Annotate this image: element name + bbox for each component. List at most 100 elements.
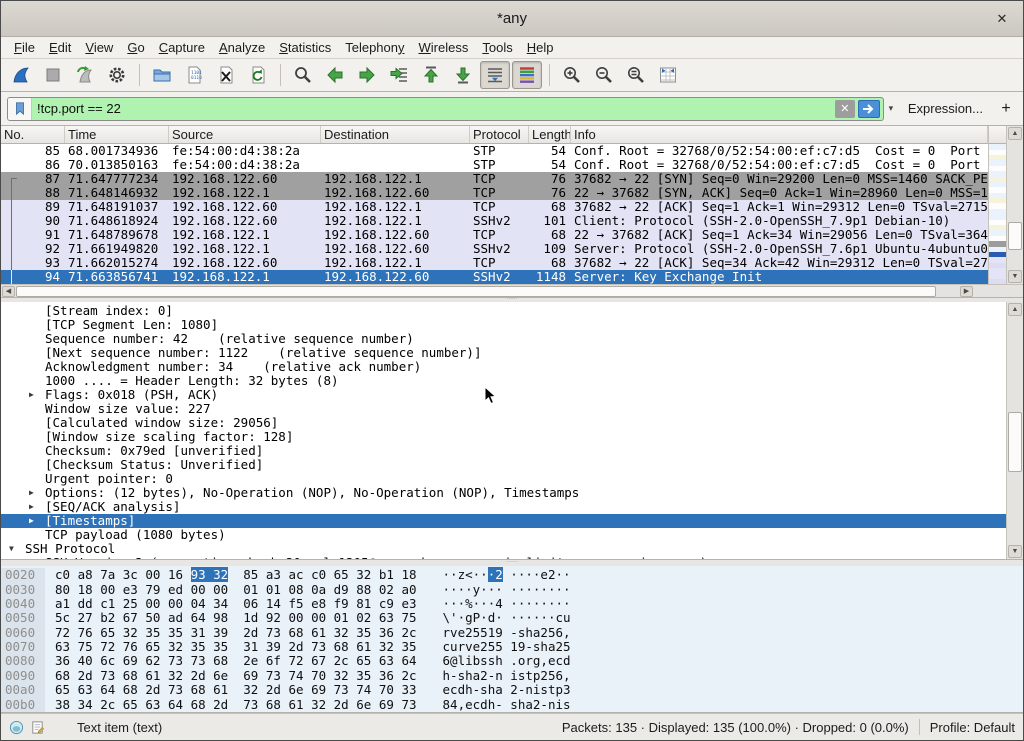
expand-icon[interactable]: ▶: [29, 500, 34, 514]
expression-button[interactable]: Expression...: [908, 101, 983, 116]
colorize-button[interactable]: [512, 61, 542, 89]
filter-clear-button[interactable]: ✕: [835, 100, 855, 118]
expand-icon[interactable]: ▶: [29, 486, 34, 500]
menu-item-capture[interactable]: Capture: [152, 38, 212, 57]
capture-options-button[interactable]: [102, 61, 132, 89]
column-header-destination[interactable]: Destination: [321, 126, 470, 143]
detail-line[interactable]: ▶Options: (12 bytes), No-Operation (NOP)…: [1, 486, 1006, 500]
hex-row[interactable]: 00b038 34 2c 65 63 64 68 2d 73 68 61 32 …: [1, 698, 1023, 712]
menu-item-view[interactable]: View: [78, 38, 120, 57]
hex-row[interactable]: 00a065 63 64 68 2d 73 68 61 32 2d 6e 69 …: [1, 683, 1023, 697]
column-header-protocol[interactable]: Protocol: [470, 126, 529, 143]
go-first-button[interactable]: [416, 61, 446, 89]
zoom-in-button[interactable]: [557, 61, 587, 89]
filter-apply-button[interactable]: [858, 100, 880, 118]
hex-row[interactable]: 003080 18 00 e3 79 ed 00 00 01 01 08 0a …: [1, 583, 1023, 597]
capture-comment-icon[interactable]: [30, 720, 45, 735]
menu-item-statistics[interactable]: Statistics: [272, 38, 338, 57]
packet-list-hscrollbar[interactable]: ◀ ▶: [1, 284, 1023, 297]
scrollbar-thumb[interactable]: [1008, 222, 1022, 250]
detail-line[interactable]: ▶Flags: 0x018 (PSH, ACK): [1, 388, 1006, 402]
close-file-button[interactable]: [211, 61, 241, 89]
packet-row-92[interactable]: 9271.661949820192.168.122.1192.168.122.6…: [1, 242, 988, 256]
scroll-down-arrow[interactable]: ▼: [1008, 270, 1022, 283]
collapse-icon[interactable]: ▼: [9, 542, 14, 556]
detail-line[interactable]: Sequence number: 42 (relative sequence n…: [1, 332, 1006, 346]
details-scrollbar-thumb[interactable]: [1008, 412, 1022, 472]
scroll-left-arrow[interactable]: ◀: [2, 286, 15, 297]
details-scrollbar[interactable]: ▲ ▼: [1006, 302, 1023, 559]
hex-row[interactable]: 007063 75 72 76 65 32 35 35 31 39 2d 73 …: [1, 640, 1023, 654]
packet-list-scrollbar[interactable]: ▲ ▼: [1006, 126, 1023, 284]
detail-line[interactable]: ▼SSH Protocol: [1, 542, 1006, 556]
detail-line[interactable]: ▶SSH Version 2 (encryption:chacha20-poly…: [1, 556, 1006, 559]
detail-line[interactable]: ▶[Timestamps]: [1, 514, 1006, 528]
menu-item-file[interactable]: File: [7, 38, 42, 57]
packet-row-93[interactable]: 9371.662015274192.168.122.60192.168.122.…: [1, 256, 988, 270]
detail-line[interactable]: [Calculated window size: 29056]: [1, 416, 1006, 430]
hscrollbar-thumb[interactable]: [16, 286, 936, 297]
stop-capture-button[interactable]: [38, 61, 68, 89]
reload-file-button[interactable]: [243, 61, 273, 89]
filter-bookmark-button[interactable]: [8, 98, 32, 120]
display-filter-input[interactable]: [32, 98, 835, 120]
scroll-up-arrow[interactable]: ▲: [1008, 127, 1022, 140]
detail-line[interactable]: Urgent pointer: 0: [1, 472, 1006, 486]
menu-item-analyze[interactable]: Analyze: [212, 38, 272, 57]
expert-info-icon[interactable]: [9, 720, 24, 735]
column-header-time[interactable]: Time: [65, 126, 169, 143]
display-filter-field[interactable]: ✕: [7, 97, 884, 121]
details-scroll-up-arrow[interactable]: ▲: [1008, 303, 1022, 316]
menu-item-edit[interactable]: Edit: [42, 38, 78, 57]
zoom-out-button[interactable]: [589, 61, 619, 89]
auto-scroll-button[interactable]: [480, 61, 510, 89]
packet-minimap[interactable]: [989, 144, 1006, 284]
details-scroll-down-arrow[interactable]: ▼: [1008, 545, 1022, 558]
detail-line[interactable]: [Window size scaling factor: 128]: [1, 430, 1006, 444]
hex-row[interactable]: 006072 76 65 32 35 35 31 39 2d 73 68 61 …: [1, 626, 1023, 640]
detail-line[interactable]: [Stream index: 0]: [1, 304, 1006, 318]
column-header-length[interactable]: Length: [529, 126, 571, 143]
expand-icon[interactable]: ▶: [29, 514, 34, 528]
add-filter-button[interactable]: +: [995, 100, 1017, 118]
detail-line[interactable]: Window size value: 227: [1, 402, 1006, 416]
go-last-button[interactable]: [448, 61, 478, 89]
scroll-right-arrow[interactable]: ▶: [960, 286, 973, 297]
zoom-original-button[interactable]: [621, 61, 651, 89]
detail-line[interactable]: Checksum: 0x79ed [unverified]: [1, 444, 1006, 458]
detail-line[interactable]: 1000 .... = Header Length: 32 bytes (8): [1, 374, 1006, 388]
menu-item-help[interactable]: Help: [520, 38, 561, 57]
expand-icon[interactable]: ▶: [29, 556, 34, 559]
menu-item-tools[interactable]: Tools: [475, 38, 519, 57]
column-header-no[interactable]: No.: [1, 126, 65, 143]
detail-line[interactable]: Acknowledgment number: 34 (relative ack …: [1, 360, 1006, 374]
packet-row-90[interactable]: 9071.648618924192.168.122.60192.168.122.…: [1, 214, 988, 228]
packet-row-85[interactable]: 8568.001734936fe:54:00:d4:38:2aSTP54Conf…: [1, 144, 988, 158]
restart-capture-button[interactable]: [70, 61, 100, 89]
detail-line[interactable]: ▶[SEQ/ACK analysis]: [1, 500, 1006, 514]
packet-row-88[interactable]: 8871.648146932192.168.122.1192.168.122.6…: [1, 186, 988, 200]
detail-line[interactable]: [Checksum Status: Unverified]: [1, 458, 1006, 472]
save-file-button[interactable]: 11010110: [179, 61, 209, 89]
column-header-source[interactable]: Source: [169, 126, 321, 143]
go-to-packet-button[interactable]: [384, 61, 414, 89]
menu-item-wireless[interactable]: Wireless: [412, 38, 476, 57]
packet-row-87[interactable]: 8771.647777234192.168.122.60192.168.122.…: [1, 172, 988, 186]
expand-icon[interactable]: ▶: [29, 388, 34, 402]
hex-row[interactable]: 00505c 27 b2 67 50 ad 64 98 1d 92 00 00 …: [1, 611, 1023, 625]
menu-item-go[interactable]: Go: [120, 38, 151, 57]
packet-row-86[interactable]: 8670.013850163fe:54:00:d4:38:2aSTP54Conf…: [1, 158, 988, 172]
open-file-button[interactable]: [147, 61, 177, 89]
go-back-button[interactable]: [320, 61, 350, 89]
start-capture-button[interactable]: [6, 61, 36, 89]
hex-row[interactable]: 0040a1 dd c1 25 00 00 04 34 06 14 f5 e8 …: [1, 597, 1023, 611]
detail-line[interactable]: [Next sequence number: 1122 (relative se…: [1, 346, 1006, 360]
packet-row-94[interactable]: 9471.663856741192.168.122.1192.168.122.6…: [1, 270, 988, 284]
hex-row[interactable]: 009068 2d 73 68 61 32 2d 6e 69 73 74 70 …: [1, 669, 1023, 683]
close-window-button[interactable]: ✕: [993, 10, 1011, 28]
filter-history-dropdown[interactable]: ▾: [884, 103, 898, 114]
go-forward-button[interactable]: [352, 61, 382, 89]
resize-columns-button[interactable]: [653, 61, 683, 89]
hex-row[interactable]: 008036 40 6c 69 62 73 73 68 2e 6f 72 67 …: [1, 654, 1023, 668]
packet-row-89[interactable]: 8971.648191037192.168.122.60192.168.122.…: [1, 200, 988, 214]
